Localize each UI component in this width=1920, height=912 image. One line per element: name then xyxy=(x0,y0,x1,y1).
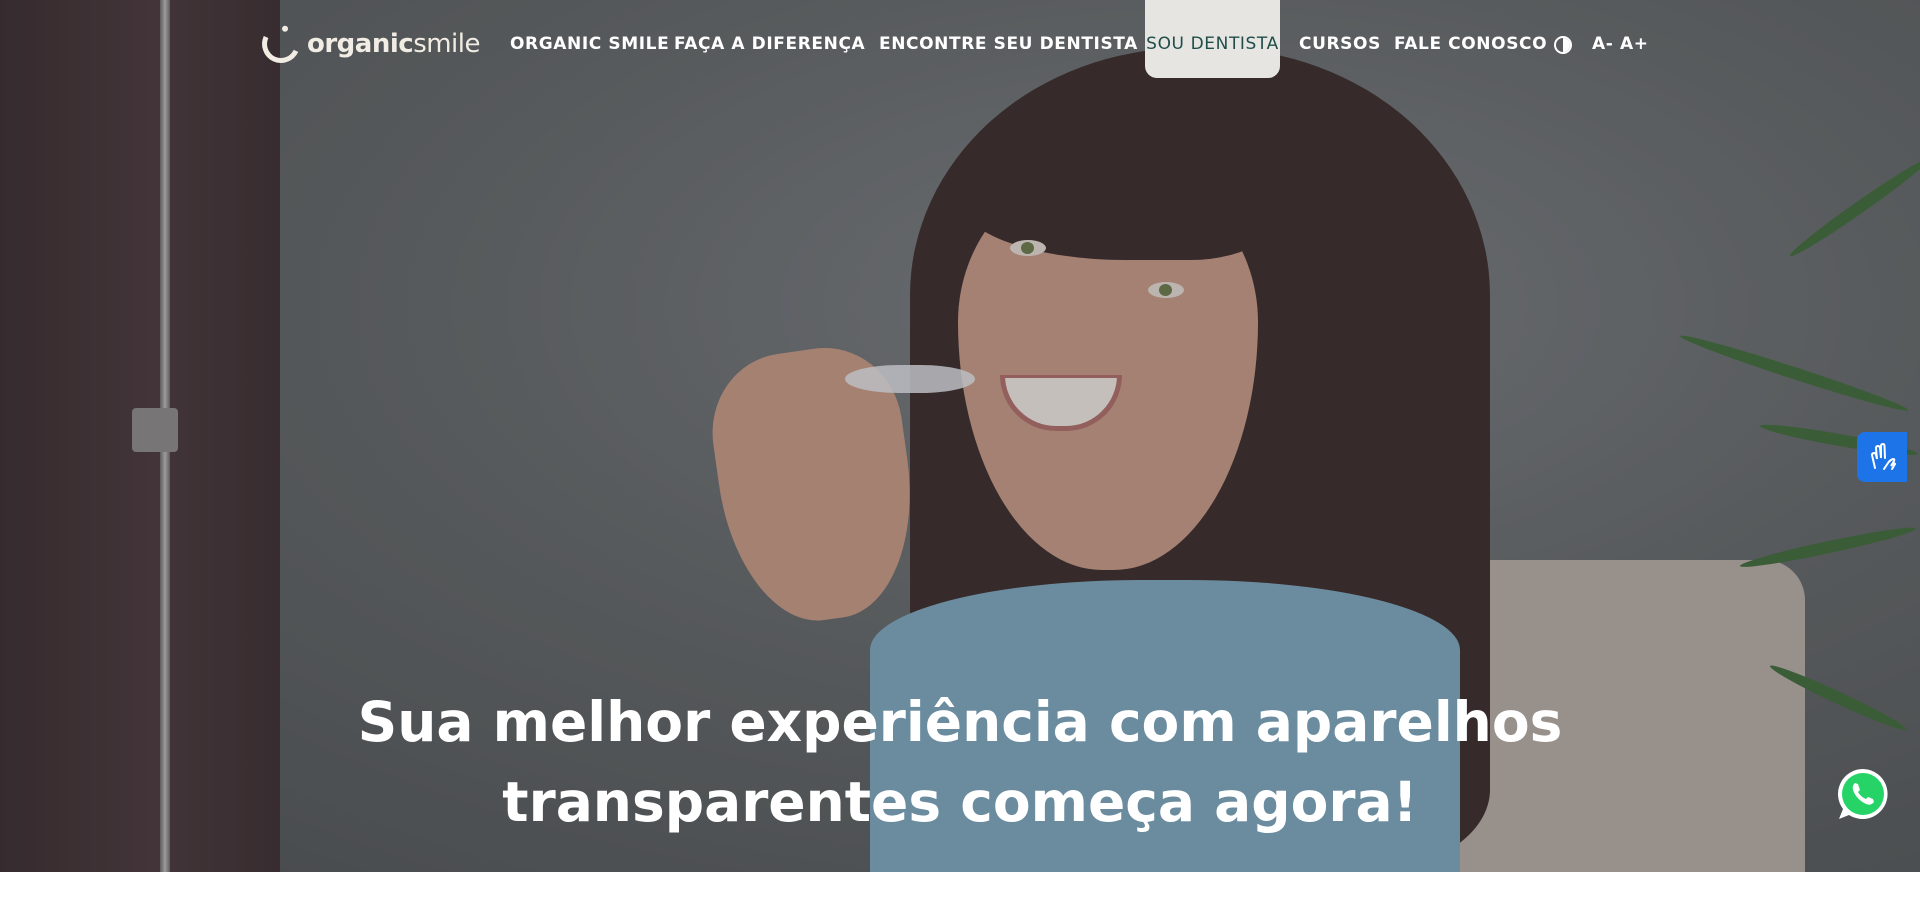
logo-text-bold: organic xyxy=(307,29,414,59)
whatsapp-button[interactable] xyxy=(1834,765,1892,823)
logo-text-light: smile xyxy=(413,29,481,59)
hero-banner: Sua melhor experiência com aparelhos tra… xyxy=(0,0,1920,872)
contrast-icon[interactable] xyxy=(1554,36,1572,54)
nav-item-organic-smile[interactable]: ORGANIC SMILE xyxy=(510,34,669,54)
sign-language-hands-icon xyxy=(1870,442,1897,470)
font-decrease-button[interactable]: A- xyxy=(1592,34,1613,54)
organicsmile-logo[interactable]: organicsmile xyxy=(256,19,481,69)
logo-smile-icon xyxy=(256,19,306,69)
nav-item-sou-dentista[interactable]: SOU DENTISTA xyxy=(1145,34,1280,54)
font-increase-button[interactable]: A+ xyxy=(1620,34,1649,54)
hero-headline-line2: transparentes começa agora! xyxy=(502,770,1418,834)
nav-item-fale-conosco[interactable]: FALE CONOSCO xyxy=(1394,34,1547,54)
hero-headline: Sua melhor experiência com aparelhos tra… xyxy=(0,682,1920,842)
logo-text: organicsmile xyxy=(307,29,481,59)
nav-item-encontre-seu-dentista[interactable]: ENCONTRE SEU DENTISTA xyxy=(879,34,1138,54)
nav-item-cursos[interactable]: CURSOS xyxy=(1299,34,1381,54)
whatsapp-icon xyxy=(1838,769,1888,819)
sign-language-button[interactable] xyxy=(1857,432,1907,482)
nav-item-faca-a-diferenca[interactable]: FAÇA A DIFERENÇA xyxy=(674,34,865,54)
hero-headline-line1: Sua melhor experiência com aparelhos xyxy=(357,690,1563,754)
main-navigation: organicsmile ORGANIC SMILE FAÇA A DIFERE… xyxy=(0,0,1920,80)
